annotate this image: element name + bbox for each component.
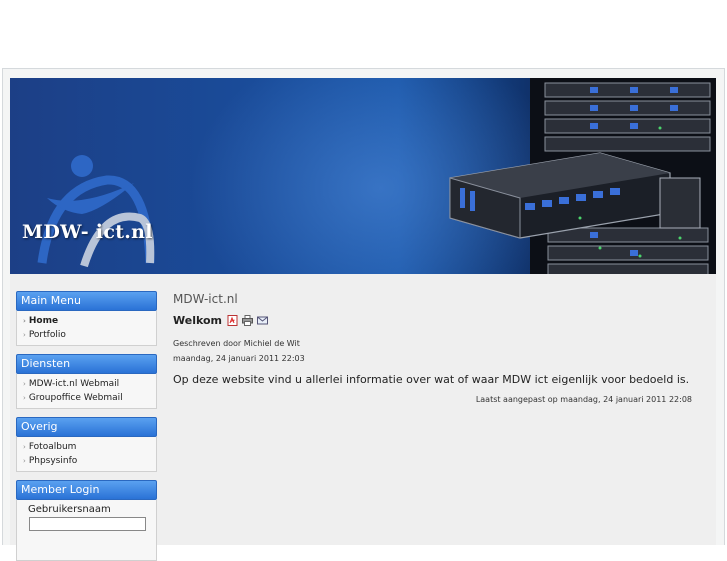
menu-item-portfolio[interactable]: › Portfolio: [17, 328, 156, 342]
member-login-module: Member Login Gebruikersnaam: [16, 480, 157, 561]
overig-list: › Fotoalbum › Phpsysinfo: [16, 437, 157, 472]
bullet-arrow-icon: ›: [23, 443, 26, 451]
article-author: Geschreven door Michiel de Wit: [173, 339, 300, 348]
bullet-arrow-icon: ›: [23, 457, 26, 465]
menu-item-home[interactable]: › Home: [17, 314, 156, 328]
menu-item-label: Fotoalbum: [28, 442, 77, 452]
email-icon[interactable]: [257, 315, 269, 326]
menu-item-label: Phpsysinfo: [28, 456, 78, 466]
article-date: maandag, 24 januari 2011 22:03: [173, 354, 305, 363]
main-menu-module: Main Menu › Home › Portfolio: [16, 291, 157, 346]
main-menu-list: › Home › Portfolio: [16, 311, 157, 346]
article-header: Welkom: [173, 314, 703, 327]
username-input[interactable]: [29, 517, 146, 531]
menu-item-label: Groupoffice Webmail: [28, 393, 123, 403]
diensten-title: Diensten: [16, 354, 157, 374]
server-rack-image: [449, 78, 716, 274]
member-login-title: Member Login: [16, 480, 157, 500]
article-modified: Laatst aangepast op maandag, 24 januari …: [475, 395, 692, 404]
menu-item-groupoffice[interactable]: › Groupoffice Webmail: [17, 391, 156, 405]
bullet-arrow-icon: ›: [23, 380, 26, 388]
logo-text: MDW- ict.nl: [22, 221, 153, 243]
menu-item-label: Home: [28, 316, 59, 326]
menu-item-webmail[interactable]: › MDW-ict.nl Webmail: [17, 377, 156, 391]
main-menu-title: Main Menu: [16, 291, 157, 311]
menu-item-label: Portfolio: [28, 330, 66, 340]
diensten-list: › MDW-ict.nl Webmail › Groupoffice Webmail: [16, 374, 157, 409]
bullet-arrow-icon: ›: [23, 394, 26, 402]
header-banner: MDW- ict.nl: [10, 78, 716, 274]
bullet-arrow-icon: ›: [23, 331, 26, 339]
article-body: Op deze website vind u allerlei informat…: [173, 373, 690, 386]
menu-item-phpsysinfo[interactable]: › Phpsysinfo: [17, 454, 156, 468]
article-title[interactable]: Welkom: [173, 314, 222, 327]
login-form: Gebruikersnaam: [16, 500, 157, 561]
article-meta: Geschreven door Michiel de Wit maandag, …: [173, 336, 703, 366]
diensten-module: Diensten › MDW-ict.nl Webmail › Groupoffic…: [16, 354, 157, 409]
menu-item-label: MDW-ict.nl Webmail: [28, 379, 120, 389]
main-content: MDW-ict.nl Welkom Geschreven door Michie…: [173, 292, 703, 404]
overig-module: Overig › Fotoalbum › Phpsysinfo: [16, 417, 157, 472]
overig-title: Overig: [16, 417, 157, 437]
pdf-icon[interactable]: [227, 315, 238, 326]
bullet-arrow-icon: ›: [23, 317, 26, 325]
print-icon[interactable]: [242, 315, 254, 326]
username-label: Gebruikersnaam: [28, 504, 111, 515]
menu-item-fotoalbum[interactable]: › Fotoalbum: [17, 440, 156, 454]
site-title: MDW-ict.nl: [173, 292, 238, 306]
logo-figure-icon: [37, 155, 155, 268]
